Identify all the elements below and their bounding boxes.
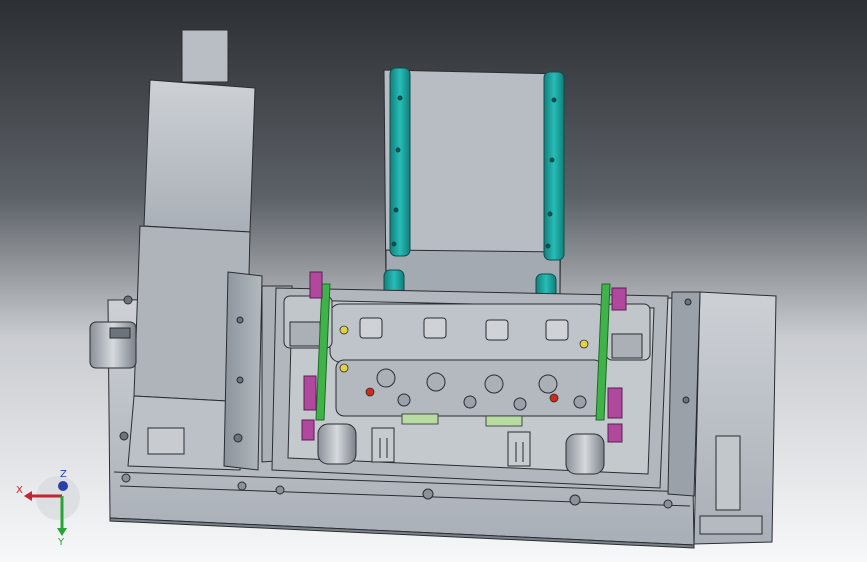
upper-slide-plate [383, 69, 563, 297]
triad-z-label: Z [60, 469, 67, 480]
right-clamp-block [605, 303, 651, 361]
triad-y-label: Y [58, 537, 65, 548]
z-axis-dot [58, 481, 68, 491]
workpiece-cylinder-head [329, 303, 607, 417]
triad-x-label: X [16, 485, 23, 496]
cad-3d-viewport[interactable] [0, 0, 867, 562]
